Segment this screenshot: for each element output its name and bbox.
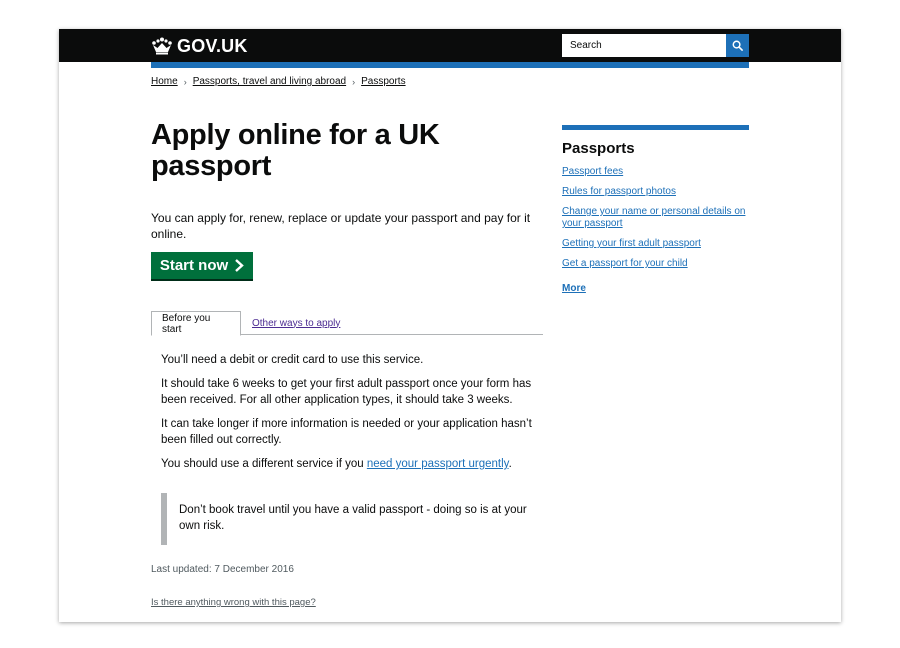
report-problem-link[interactable]: Is there anything wrong with this page?	[151, 597, 316, 608]
list-item: Passport fees	[562, 166, 749, 178]
start-now-label: Start now	[159, 257, 229, 274]
timing-paragraph: It should take 6 weeks to get your first…	[161, 378, 532, 406]
urgent-paragraph: You should use a different service if yo…	[161, 456, 539, 472]
search-button[interactable]	[726, 34, 749, 57]
page-title: Apply online for a UK passport	[151, 119, 440, 182]
lead-paragraph: You can apply for, renew, replace or upd…	[151, 211, 531, 241]
tab-before-you-start[interactable]: Before you start	[151, 311, 241, 336]
delay-paragraph: It can take longer if more information i…	[161, 418, 532, 446]
sidebar-link-list: Passport fees Rules for passport photos …	[562, 166, 749, 270]
logo-text: GOV.UK	[177, 35, 248, 56]
sidebar-more-link[interactable]: More	[562, 283, 586, 294]
govuk-logo-link[interactable]: GOV.UK	[151, 35, 248, 57]
sidebar-blue-bar	[562, 125, 749, 130]
list-item: Rules for passport photos	[562, 186, 749, 198]
tab-panel: You’ll need a debit or credit card to us…	[161, 352, 539, 480]
sidebar-link-change-details[interactable]: Change your name or personal details on …	[562, 206, 745, 229]
start-now-button[interactable]: Start now	[151, 252, 253, 279]
related-sidebar: Passports Passport fees Rules for passpo…	[562, 125, 749, 296]
urgent-prefix: You should use a different service if yo…	[161, 458, 367, 470]
sidebar-link-child-passport[interactable]: Get a passport for your child	[562, 258, 688, 269]
inset-text: Don’t book travel until you have a valid…	[179, 504, 527, 532]
list-item: Get a passport for your child	[562, 258, 749, 270]
urgent-suffix: .	[508, 458, 512, 470]
last-updated: Last updated: 7 December 2016	[151, 564, 294, 575]
search-icon	[732, 40, 743, 51]
header-blue-bar	[151, 62, 749, 68]
inset-warning: Don’t book travel until you have a valid…	[161, 493, 531, 545]
search-input[interactable]	[562, 34, 726, 57]
chevron-right-icon	[235, 259, 244, 272]
site-header: GOV.UK	[59, 29, 841, 62]
breadcrumb: Home › Passports, travel and living abro…	[151, 76, 406, 87]
sidebar-link-photo-rules[interactable]: Rules for passport photos	[562, 186, 676, 197]
crown-icon	[152, 37, 172, 55]
chevron-right-icon: ›	[352, 76, 356, 87]
tab-other-ways-to-apply[interactable]: Other ways to apply	[242, 311, 350, 335]
urgent-passport-link[interactable]: need your passport urgently	[367, 458, 509, 470]
sidebar-link-first-adult[interactable]: Getting your first adult passport	[562, 238, 701, 249]
sidebar-link-passport-fees[interactable]: Passport fees	[562, 166, 623, 177]
list-item: Change your name or personal details on …	[562, 206, 749, 230]
chevron-right-icon: ›	[183, 76, 187, 87]
card-info-paragraph: You’ll need a debit or credit card to us…	[161, 354, 424, 366]
browser-frame: GOV.UK Home › Passports, travel and livi…	[59, 29, 841, 622]
breadcrumb-home[interactable]: Home	[151, 76, 178, 87]
search-form	[562, 34, 749, 57]
breadcrumb-passports-travel[interactable]: Passports, travel and living abroad	[193, 76, 346, 87]
tab-list: Before you start Other ways to apply	[151, 311, 543, 336]
list-item: Getting your first adult passport	[562, 238, 749, 250]
breadcrumb-passports[interactable]: Passports	[361, 76, 405, 87]
sidebar-title: Passports	[562, 140, 635, 157]
